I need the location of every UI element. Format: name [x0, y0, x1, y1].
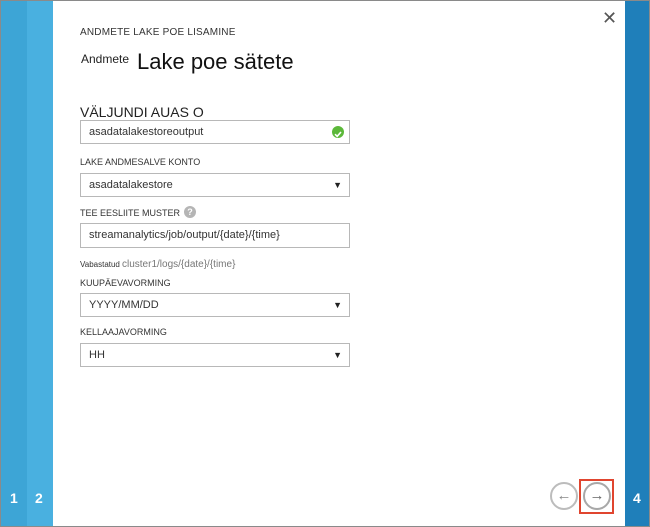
prefix-pattern-label: TEE EESLIITE MUSTER — [80, 208, 181, 218]
chevron-down-icon: ▼ — [333, 350, 342, 360]
time-format-select[interactable]: HH ▼ — [80, 343, 350, 367]
step-2-number: 2 — [35, 490, 43, 506]
account-select[interactable]: asadatalakestore ▼ — [80, 173, 350, 197]
output-alias-value: asadatalakestoreoutput — [89, 126, 204, 138]
wizard-step-4[interactable]: 4 — [625, 1, 649, 526]
page-title: Lake poe sätete — [137, 49, 294, 74]
breadcrumb: ANDMETE LAKE POE LISAMINE — [80, 27, 236, 38]
account-value: asadatalakestore — [89, 179, 173, 191]
wizard-step-1[interactable]: 1 — [1, 1, 27, 526]
output-alias-input[interactable]: asadatalakestoreoutput — [80, 120, 350, 144]
chevron-down-icon: ▼ — [333, 300, 342, 310]
close-icon[interactable]: ✕ — [602, 9, 617, 27]
step-1-number: 1 — [10, 490, 18, 506]
time-format-value: HH — [89, 349, 105, 361]
date-format-select[interactable]: YYYY/MM/DD ▼ — [80, 293, 350, 317]
sample-value: cluster1/logs/{date}/{time} — [122, 259, 236, 270]
step-4-number: 4 — [633, 490, 641, 506]
output-alias-label: VÄLJUNDI AUAS O — [80, 104, 204, 120]
account-label: LAKE ANDMESALVE KONTO — [80, 157, 201, 167]
date-format-value: YYYY/MM/DD — [89, 299, 159, 311]
time-format-label: KELLAAJAVORMING — [80, 327, 167, 337]
next-button-highlight — [579, 479, 614, 514]
arrow-left-icon: ← — [556, 487, 572, 504]
prefix-pattern-value: streamanalytics/job/output/{date}/{time} — [89, 229, 280, 241]
check-icon — [332, 126, 344, 138]
back-button[interactable]: ← — [550, 482, 578, 510]
help-icon[interactable]: ? — [184, 206, 196, 218]
wizard-step-2[interactable]: 2 — [27, 1, 53, 526]
prefix-pattern-input[interactable]: streamanalytics/job/output/{date}/{time} — [80, 223, 350, 248]
wizard-dialog: 1 2 4 ✕ ANDMETE LAKE POE LISAMINE Andmet… — [0, 0, 650, 527]
chevron-down-icon: ▼ — [333, 180, 342, 190]
sample-label: Vabastatud — [80, 260, 120, 269]
date-format-label: KUUPÄEVAVORMING — [80, 278, 171, 288]
page-title-prefix: Andmete — [81, 52, 130, 66]
